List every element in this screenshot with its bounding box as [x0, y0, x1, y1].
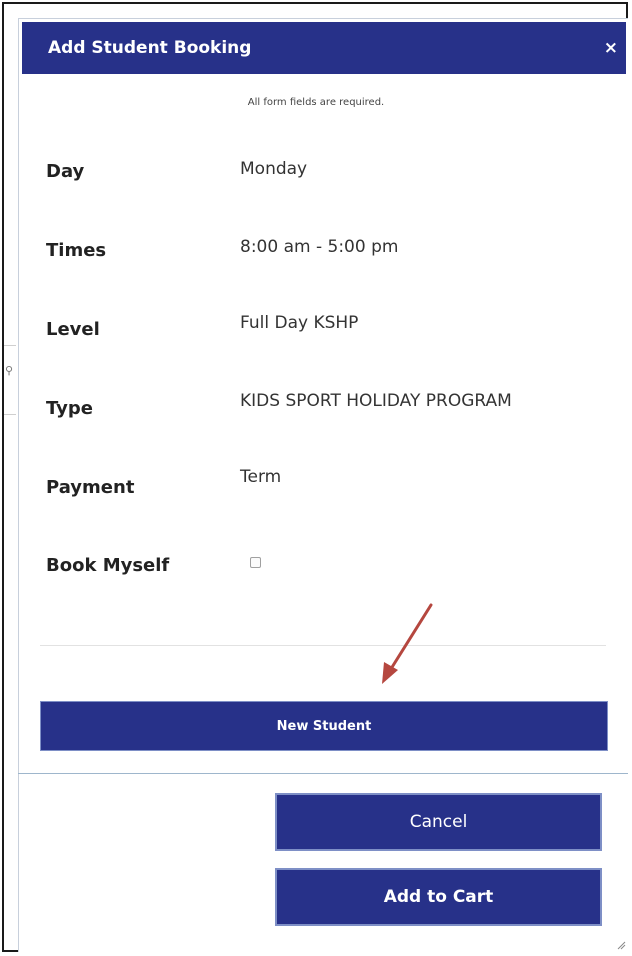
new-student-button[interactable]: New Student	[40, 701, 608, 751]
cancel-button[interactable]: Cancel	[275, 793, 602, 851]
footer-divider	[18, 773, 628, 774]
add-to-cart-button[interactable]: Add to Cart	[275, 868, 602, 926]
resize-grip-icon[interactable]	[616, 940, 626, 950]
